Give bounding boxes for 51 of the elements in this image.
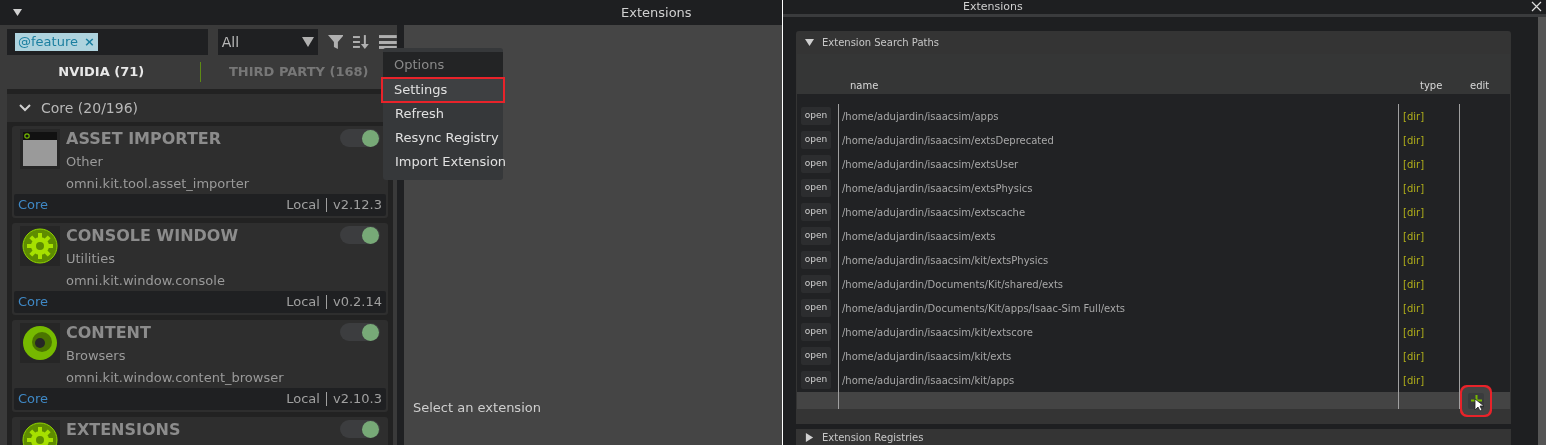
type-cell-text: [dir]	[1402, 157, 1426, 172]
path-cell-text: /home/adujardin/isaacsim/kit/extsPhysics	[841, 253, 1050, 268]
location-label: Local	[286, 196, 320, 215]
version-label: v2.12.3	[332, 196, 382, 215]
type-cell-text: [dir]	[1402, 277, 1426, 292]
path-cell-text: /home/adujardin/Documents/Kit/apps/Isaac-Sim Full/exts	[841, 301, 1127, 316]
path-cell-text: /home/adujardin/isaacsim/exts	[841, 229, 997, 244]
location-label: Local	[286, 293, 320, 312]
type-cell-text: [dir]	[1402, 253, 1426, 268]
type-cell-text: [dir]	[1402, 325, 1426, 340]
path-cell-text: /home/adujardin/isaacsim/kit/extscore	[841, 325, 1034, 340]
extension-id: omni.kit.tool.asset_importer	[66, 175, 250, 193]
extension-title: CONSOLE WINDOW	[66, 226, 239, 246]
location-label: Local	[286, 390, 320, 409]
extension-title: CONTENT	[66, 323, 151, 343]
version-label: v2.10.3	[332, 390, 382, 409]
extension-category: Utilities	[66, 250, 115, 268]
path-cell-text: /home/adujardin/isaacsim/apps	[841, 109, 1000, 124]
type-cell-text: [dir]	[1402, 133, 1426, 148]
path-cell-text: /home/adujardin/isaacsim/kit/exts	[841, 349, 1013, 364]
extension-title: EXTENSIONS	[66, 420, 181, 440]
tag-label: @feature	[18, 33, 78, 51]
type-cell-text: [dir]	[1402, 229, 1426, 244]
column-header: edit	[1469, 79, 1491, 93]
window-title: Extensions	[963, 1, 1023, 13]
version-label: v0.2.14	[332, 293, 382, 312]
menu-title: Options	[383, 52, 503, 78]
column-header: name	[850, 79, 880, 93]
empty-details-message: Select an extension	[412, 399, 542, 417]
path-cell-text: /home/adujardin/isaacsim/extsUser	[841, 157, 1020, 172]
type-cell-text: [dir]	[1402, 349, 1426, 364]
column-header: type	[1419, 79, 1444, 93]
extension-id: omni.kit.window.content_browser	[66, 369, 284, 387]
path-cell-text: /home/adujardin/isaacsim/extsPhysics	[841, 181, 1034, 196]
path-cell-text: /home/adujardin/isaacsim/kit/apps	[841, 373, 1016, 388]
extension-category: Other	[66, 153, 103, 171]
type-cell-text: [dir]	[1402, 301, 1426, 316]
window-title: Extensions	[621, 3, 692, 22]
type-cell-text: [dir]	[1402, 109, 1426, 124]
type-cell-text: [dir]	[1402, 373, 1426, 388]
source-label: Core	[18, 390, 49, 409]
source-label: Core	[18, 196, 49, 215]
type-cell-text: [dir]	[1402, 205, 1426, 220]
extension-category: Browsers	[66, 347, 126, 365]
type-cell-text: [dir]	[1402, 181, 1426, 196]
path-cell-text: /home/adujardin/isaacsim/extscache	[841, 205, 1027, 220]
path-cell-text: /home/adujardin/Documents/Kit/shared/exts	[841, 277, 1065, 292]
path-cell-text: /home/adujardin/isaacsim/extsDeprecated	[841, 133, 1055, 148]
extension-title: ASSET IMPORTER	[66, 129, 222, 149]
source-label: Core	[18, 293, 49, 312]
extension-id: omni.kit.window.console	[66, 272, 225, 290]
